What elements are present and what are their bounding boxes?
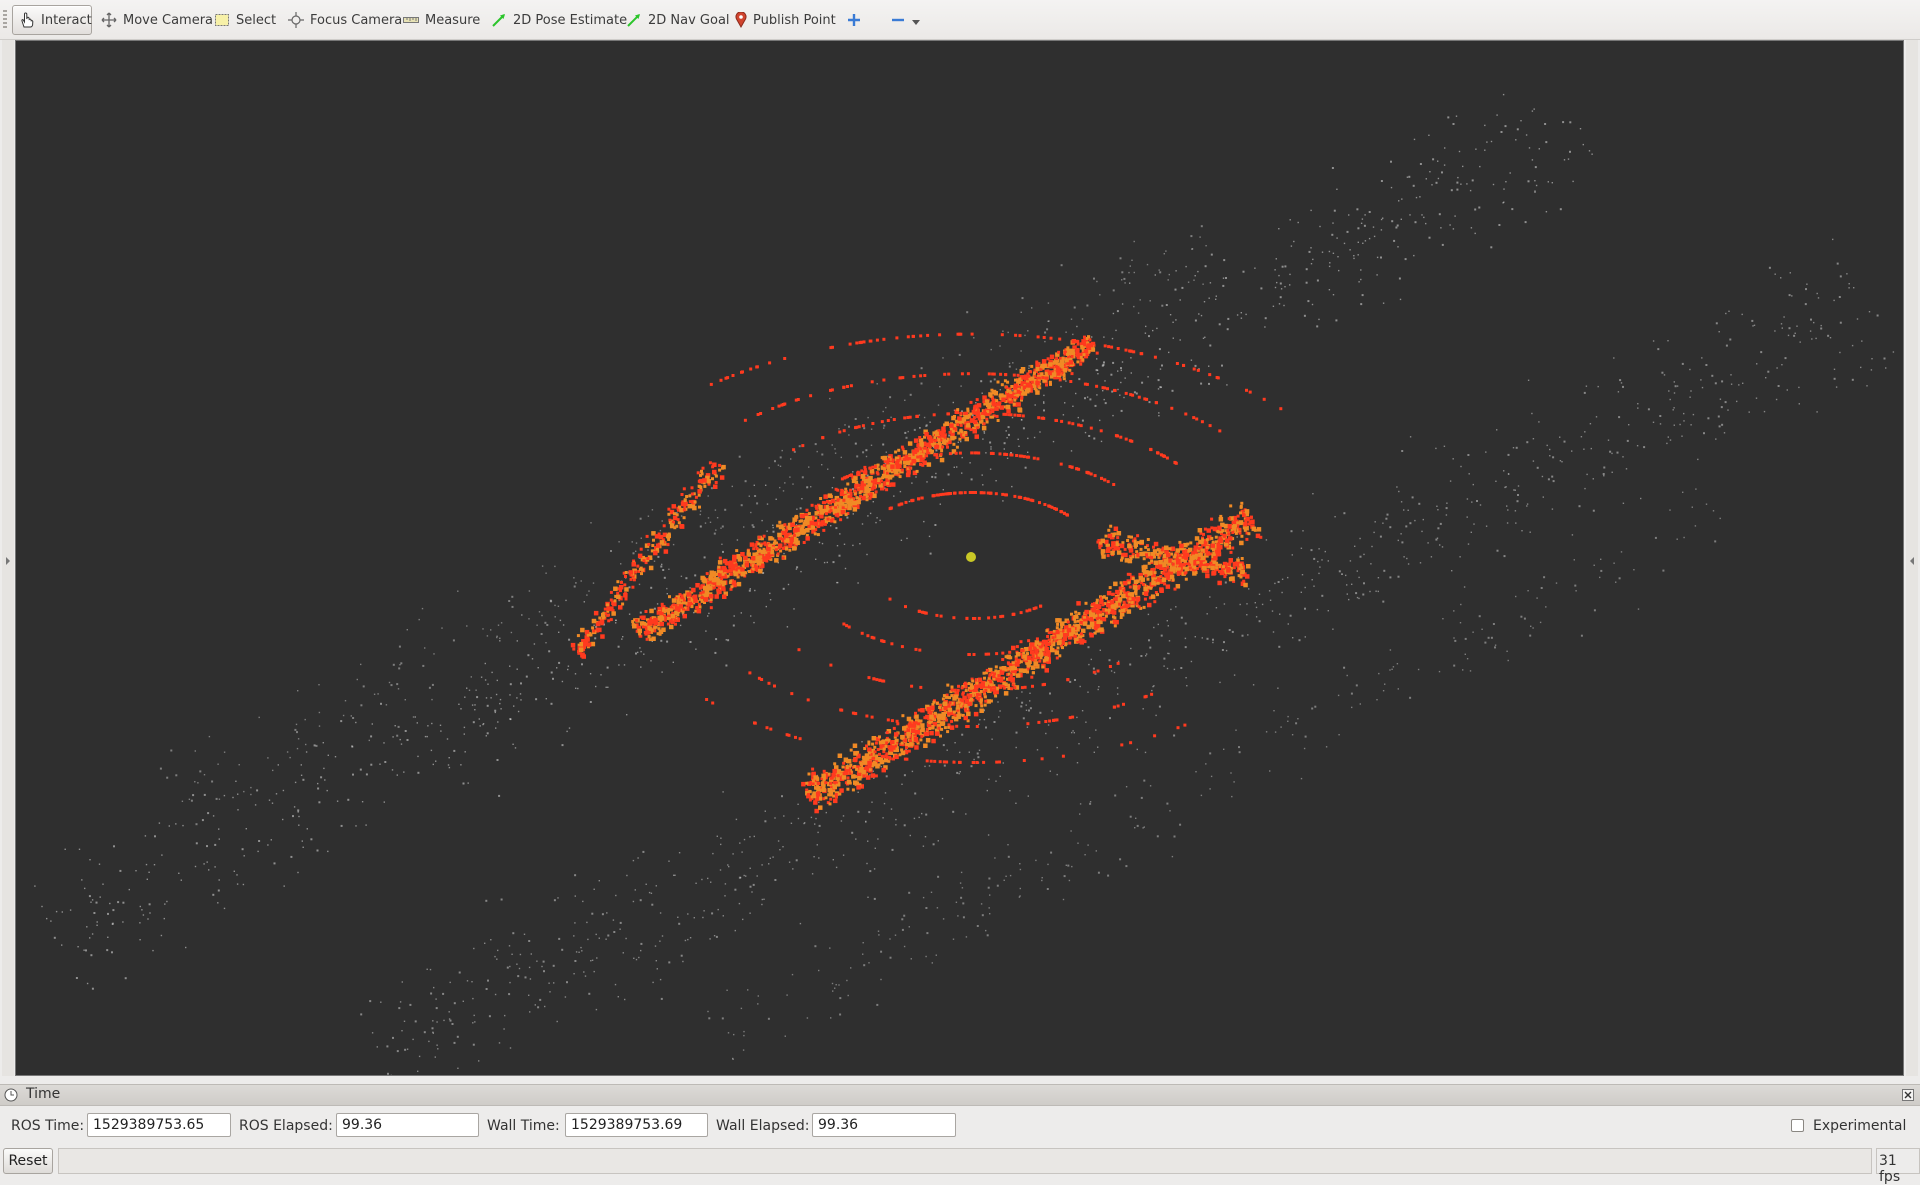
- select-icon: [214, 13, 230, 27]
- focus-camera-tool-button[interactable]: Focus Camera: [282, 5, 408, 35]
- experimental-checkbox[interactable]: [1791, 1119, 1804, 1132]
- green-arrow-icon: [491, 12, 507, 28]
- focus-camera-tool-label: Focus Camera: [310, 13, 402, 28]
- 2d-nav-goal-tool-label: 2D Nav Goal: [648, 13, 730, 28]
- move-camera-tool-button[interactable]: Move Camera: [95, 5, 219, 35]
- time-panel-header: Time: [0, 1084, 1920, 1106]
- toolbar-grip[interactable]: [3, 10, 7, 30]
- clock-icon: [4, 1088, 18, 1106]
- select-tool-label: Select: [236, 13, 276, 28]
- ros-time-field[interactable]: 1529389753.65: [87, 1113, 231, 1137]
- map-pin-icon: [735, 12, 747, 28]
- status-message-area: [58, 1148, 1872, 1174]
- 2d-pose-estimate-tool-button[interactable]: 2D Pose Estimate: [485, 5, 633, 35]
- ruler-icon: [403, 15, 419, 25]
- interact-tool-button[interactable]: Interact: [12, 5, 92, 35]
- measure-tool-button[interactable]: Measure: [397, 5, 486, 35]
- time-panel-title: Time: [26, 1086, 60, 1102]
- select-tool-button[interactable]: Select: [208, 5, 282, 35]
- wall-elapsed-label: Wall Elapsed:: [716, 1118, 809, 1134]
- wall-time-field[interactable]: 1529389753.69: [565, 1113, 708, 1137]
- remove-tool-dropdown[interactable]: [884, 5, 926, 35]
- 2d-nav-goal-tool-button[interactable]: 2D Nav Goal: [620, 5, 736, 35]
- experimental-label: Experimental: [1813, 1118, 1906, 1134]
- plus-icon: [846, 12, 862, 28]
- focus-camera-icon: [288, 12, 304, 28]
- left-dock-handle[interactable]: [2, 40, 14, 1076]
- toolbar: Interact Move Camera Select Focus Camera…: [0, 0, 1920, 40]
- expand-left-arrow-icon: [6, 557, 10, 565]
- move-camera-icon: [101, 12, 117, 28]
- move-camera-tool-label: Move Camera: [123, 13, 213, 28]
- hand-icon: [19, 11, 35, 29]
- expand-right-arrow-icon: [1910, 557, 1914, 565]
- measure-tool-label: Measure: [425, 13, 480, 28]
- distant-points: [34, 94, 1894, 1075]
- ros-time-label: ROS Time:: [11, 1118, 84, 1134]
- publish-point-tool-button[interactable]: Publish Point: [729, 5, 842, 35]
- add-tool-button[interactable]: [840, 5, 868, 35]
- green-arrow-icon: [626, 12, 642, 28]
- render-viewport[interactable]: [15, 40, 1904, 1076]
- fps-readout: 31 fps: [1876, 1148, 1920, 1174]
- publish-point-tool-label: Publish Point: [753, 13, 836, 28]
- ros-elapsed-label: ROS Elapsed:: [239, 1118, 333, 1134]
- minus-icon: [890, 12, 906, 28]
- close-panel-icon[interactable]: [1902, 1089, 1914, 1105]
- interact-tool-label: Interact: [41, 13, 92, 28]
- 2d-pose-estimate-tool-label: 2D Pose Estimate: [513, 13, 627, 28]
- right-dock-handle[interactable]: [1906, 40, 1918, 1076]
- point-cloud: [16, 41, 1903, 1075]
- robot-marker: [966, 552, 976, 562]
- wall-elapsed-field[interactable]: 99.36: [812, 1113, 956, 1137]
- ros-elapsed-field[interactable]: 99.36: [336, 1113, 479, 1137]
- wall-time-label: Wall Time:: [487, 1118, 560, 1134]
- near-points: [571, 333, 1283, 814]
- reset-button[interactable]: Reset: [3, 1148, 53, 1174]
- status-bar: Reset 31 fps: [0, 1146, 1920, 1176]
- time-panel: ROS Time: 1529389753.65 ROS Elapsed: 99.…: [0, 1110, 1920, 1142]
- chevron-down-icon: [912, 14, 920, 26]
